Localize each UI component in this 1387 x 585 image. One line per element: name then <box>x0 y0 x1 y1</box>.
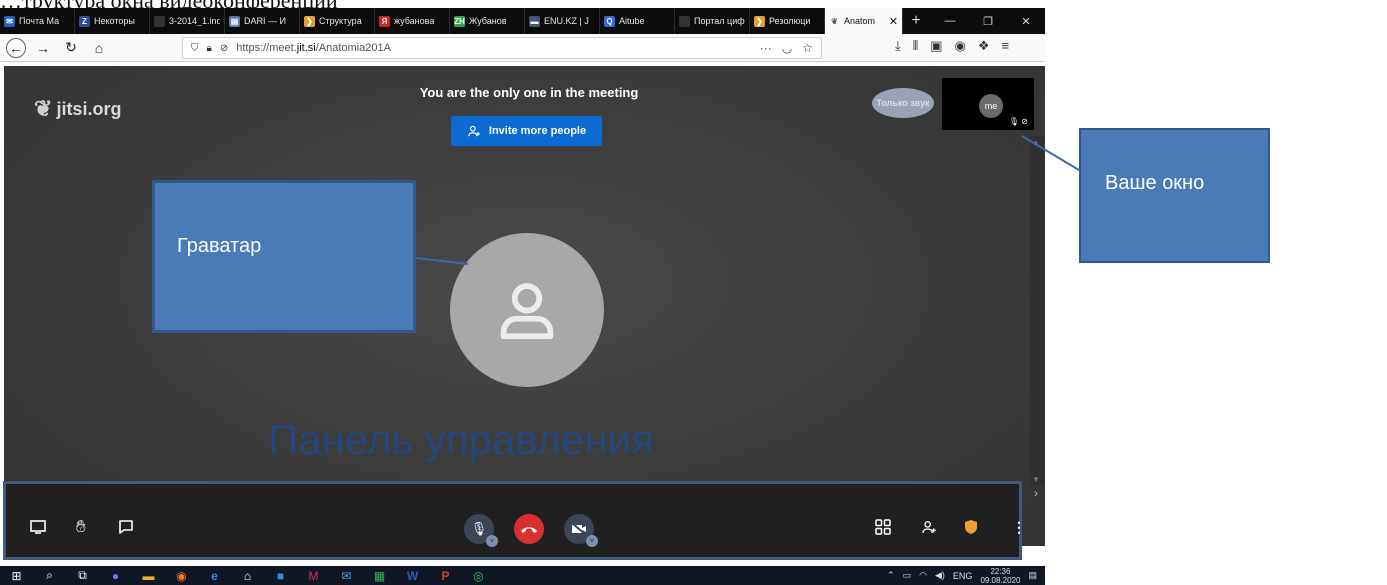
chevron-down-icon[interactable]: ˅ <box>486 535 498 547</box>
more-options-button[interactable]: ⋮ <box>1012 519 1026 536</box>
system-tray: ⌃ ▭ ◠ ◀) ENG 22:36 09.08.2020 ▤ <box>887 567 1045 585</box>
mail-icon[interactable]: ✉ <box>330 566 363 585</box>
powerpoint-icon[interactable]: P <box>429 566 462 585</box>
task-view-icon[interactable]: ⧉ <box>66 566 99 585</box>
wifi-icon[interactable]: ◠ <box>919 570 927 581</box>
hangup-button[interactable] <box>514 514 544 544</box>
notifications-icon[interactable]: ▤ <box>1028 570 1037 581</box>
word-icon[interactable]: W <box>396 566 429 585</box>
camera-off-button[interactable]: ˅ <box>564 514 598 547</box>
gravatar-connector <box>415 257 469 265</box>
chat-button[interactable] <box>118 520 134 535</box>
security-button[interactable] <box>964 519 978 535</box>
tile-grid-icon <box>875 519 891 535</box>
camera-off-icon <box>571 523 587 535</box>
search-icon[interactable]: ⌕ <box>33 566 66 585</box>
your-window-callout: Ваше окно <box>1079 128 1270 263</box>
raise-hand-button[interactable]: ✋︎ <box>76 517 86 537</box>
mute-mic-button[interactable]: 🎙︎ ˅ <box>464 514 498 547</box>
mail-app-icon[interactable]: M <box>297 566 330 585</box>
screen-share-button[interactable] <box>30 520 46 534</box>
hangup-icon <box>521 527 537 533</box>
kebab-menu-icon: ⋮ <box>1012 519 1026 535</box>
add-person-icon <box>922 521 936 534</box>
firefox-icon[interactable]: ◉ <box>165 566 198 585</box>
language-indicator[interactable]: ENG <box>953 571 973 581</box>
volume-icon[interactable]: ◀) <box>935 570 945 581</box>
chat-icon <box>119 520 133 534</box>
whatsapp-icon[interactable]: ◎ <box>462 566 495 585</box>
clock[interactable]: 22:36 09.08.2020 <box>980 567 1020 585</box>
photos-app-icon[interactable]: ▦ <box>363 566 396 585</box>
app-l-icon[interactable]: ■ <box>264 566 297 585</box>
battery-icon[interactable]: ▭ <box>903 570 912 581</box>
edge-icon[interactable]: e <box>198 566 231 585</box>
invite-people-button[interactable] <box>921 519 937 535</box>
file-explorer-icon[interactable]: ▬ <box>132 566 165 585</box>
windows-taskbar: ⊞ ⌕ ⧉ ● ▬ ◉ e ⌂ ■ M ✉ ▦ W P ◎ ⌃ ▭ ◠ ◀) E… <box>0 566 1045 585</box>
screenshot-root: …труктура окна видеоконференции ✉ Почта М… <box>0 0 1387 585</box>
assistant-app-icon[interactable]: ● <box>99 566 132 585</box>
chevron-up-icon[interactable]: ⌃ <box>887 570 895 581</box>
shield-icon <box>965 520 977 534</box>
screen-icon <box>30 520 46 534</box>
mic-off-icon: 🎙︎ <box>470 521 488 536</box>
gravatar-callout: Граватар <box>152 180 416 333</box>
tile-view-button[interactable] <box>875 519 891 535</box>
store-icon[interactable]: ⌂ <box>231 566 264 585</box>
windows-start-icon[interactable]: ⊞ <box>0 566 33 585</box>
chevron-down-icon[interactable]: ˅ <box>586 535 598 547</box>
hand-icon: ✋︎ <box>76 517 86 536</box>
control-toolbar: ✋︎ 🎙︎ ˅ ˅ ⋮ <box>3 481 1026 560</box>
window-connector <box>1021 135 1080 171</box>
